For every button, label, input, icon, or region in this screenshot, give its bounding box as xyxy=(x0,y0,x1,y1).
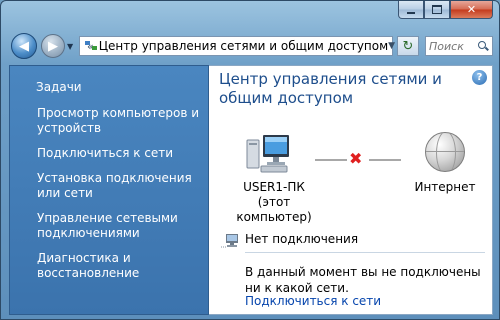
task-setup-connection[interactable]: Установка подключения или сети xyxy=(37,171,202,201)
internet-label: Интернет xyxy=(414,180,476,194)
address-text[interactable]: Центр управления сетями и общим доступом xyxy=(99,39,388,53)
disconnected-x-icon: ✖ xyxy=(349,149,363,168)
search-box[interactable] xyxy=(425,36,493,56)
forward-button[interactable]: ▶ xyxy=(41,34,65,58)
computer-icon xyxy=(246,135,289,173)
status-message: В данный момент вы не подключены ни к ка… xyxy=(245,265,481,295)
chevron-down-icon[interactable]: ▼ xyxy=(388,41,395,51)
back-button[interactable]: ◀ xyxy=(11,33,37,59)
connection-line-left xyxy=(315,159,347,161)
window-frame: ✕ ◀ ▶ ▼ « Центр управления сетями и общи… xyxy=(0,0,500,320)
network-status-icon xyxy=(221,234,238,248)
connect-to-network-link[interactable]: Подключиться к сети xyxy=(245,294,381,308)
help-icon[interactable]: ? xyxy=(472,70,487,85)
recent-pages-dropdown[interactable]: ▼ xyxy=(67,42,73,51)
back-arrow-icon: ◀ xyxy=(19,38,29,54)
caption-buttons: ✕ xyxy=(398,1,493,19)
forward-arrow-icon: ▶ xyxy=(48,38,58,54)
search-icon[interactable] xyxy=(477,40,489,52)
minimize-icon xyxy=(407,11,415,14)
close-icon: ✕ xyxy=(466,3,477,16)
connection-status: Нет подключения xyxy=(245,232,359,246)
main-pane: ? Центр управления сетями и общим доступ… xyxy=(209,65,493,315)
computer-label: USER1-ПК (этот компьютер) xyxy=(229,180,319,225)
address-bar[interactable]: « Центр управления сетями и общим доступ… xyxy=(79,36,395,56)
internet-globe-icon xyxy=(425,132,465,172)
maximize-button[interactable] xyxy=(424,1,450,19)
connection-line-right xyxy=(369,159,401,161)
status-divider xyxy=(245,252,485,253)
tasks-pane: Задачи Просмотр компьютеров и устройств … xyxy=(9,65,209,315)
page-title: Центр управления сетями и общим доступом xyxy=(219,70,442,107)
tasks-list: Просмотр компьютеров и устройств Подключ… xyxy=(37,106,202,291)
computer-name: USER1-ПК xyxy=(243,180,305,194)
minimize-button[interactable] xyxy=(398,1,424,19)
tasks-heading: Задачи xyxy=(36,80,82,94)
maximize-icon xyxy=(432,5,442,14)
refresh-button[interactable]: ↻ xyxy=(397,36,419,56)
task-manage-connections[interactable]: Управление сетевыми подключениями xyxy=(37,211,202,241)
computer-sublabel: (этот компьютер) xyxy=(236,195,312,224)
close-button[interactable]: ✕ xyxy=(450,1,493,19)
task-diagnose-repair[interactable]: Диагностика и восстановление xyxy=(37,251,202,281)
refresh-icon: ↻ xyxy=(402,38,414,54)
task-connect-to-network[interactable]: Подключиться к сети xyxy=(37,146,202,161)
task-view-computers[interactable]: Просмотр компьютеров и устройств xyxy=(37,106,202,136)
search-input[interactable] xyxy=(429,39,477,53)
